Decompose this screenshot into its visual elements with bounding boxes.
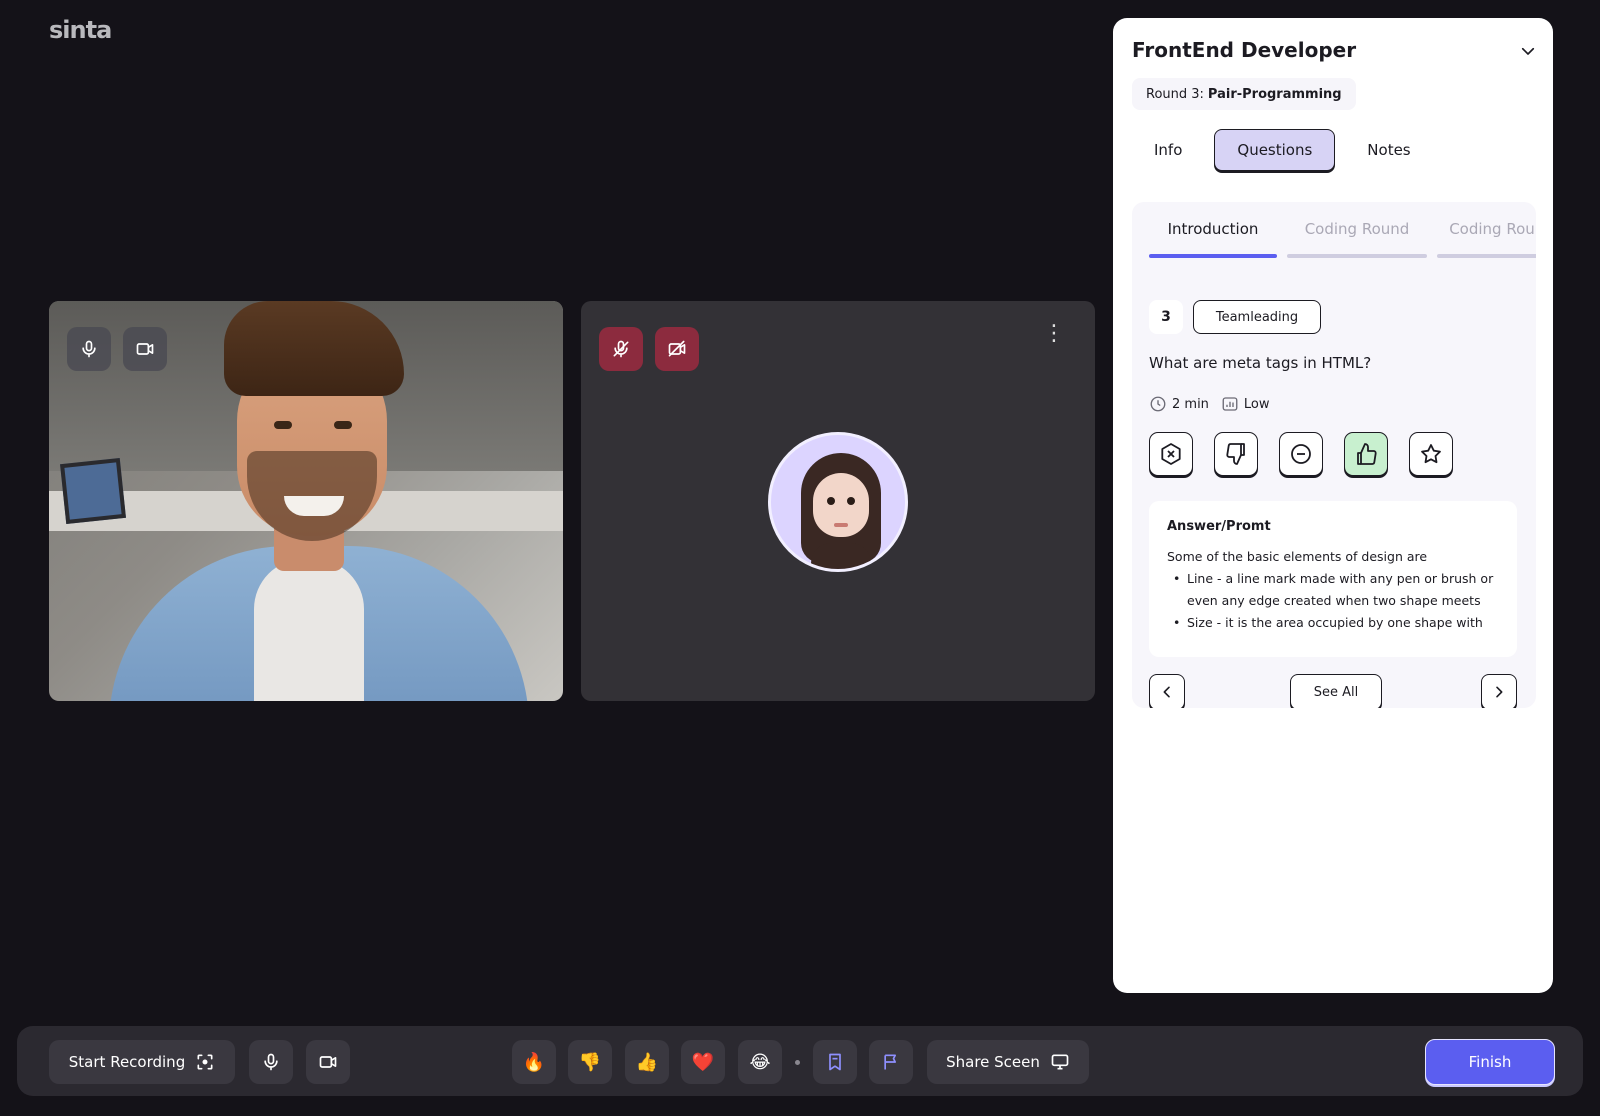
camera-toggle-button[interactable] bbox=[306, 1040, 350, 1084]
panel-tabs: Info Questions Notes bbox=[1132, 129, 1433, 171]
question-card: Introduction Coding Round Coding Rou 3 T… bbox=[1132, 202, 1536, 708]
video-monitor bbox=[60, 458, 126, 524]
question-section-tabs: Introduction Coding Round Coding Rou bbox=[1149, 212, 1536, 258]
video-camera-icon bbox=[136, 343, 154, 355]
share-screen-label: Share Sceen bbox=[946, 1053, 1040, 1071]
flag-icon bbox=[884, 1054, 896, 1070]
thumbs-down-icon bbox=[1226, 443, 1245, 465]
clock-icon bbox=[1150, 396, 1166, 412]
start-recording-label: Start Recording bbox=[68, 1053, 186, 1071]
question-tag: Teamleading bbox=[1193, 300, 1321, 334]
avatar-eye bbox=[847, 497, 855, 505]
question-navigation: See All bbox=[1149, 674, 1517, 708]
answer-box: Answer/Promt Some of the basic elements … bbox=[1149, 501, 1517, 657]
chevron-left-icon bbox=[1163, 686, 1170, 698]
answer-bullet: Size - it is the area occupied by one sh… bbox=[1167, 612, 1499, 634]
video-camera-off-icon bbox=[668, 340, 686, 357]
avatar-mouth bbox=[834, 523, 848, 527]
separator-dot bbox=[795, 1060, 800, 1065]
tab-info[interactable]: Info bbox=[1132, 129, 1204, 171]
record-focus-icon bbox=[197, 1054, 213, 1070]
subtab-indicator bbox=[1437, 254, 1536, 258]
subtab-coding-round[interactable]: Coding Round bbox=[1287, 212, 1427, 258]
answer-bullet: Line - a line mark made with any pen or … bbox=[1167, 568, 1499, 612]
reaction-laugh-button[interactable]: 😂 bbox=[738, 1040, 782, 1084]
person-tshirt bbox=[254, 559, 364, 701]
person-eye bbox=[274, 421, 292, 429]
monitor-icon bbox=[1051, 1054, 1069, 1070]
bookmark-icon bbox=[829, 1053, 841, 1071]
previous-question-button[interactable] bbox=[1149, 674, 1185, 708]
round-name: Pair-Programming bbox=[1207, 86, 1342, 102]
subtab-label: Coding Round bbox=[1304, 220, 1410, 238]
bookmark-button[interactable] bbox=[813, 1040, 857, 1084]
remote-camera-off-button[interactable] bbox=[655, 327, 699, 371]
interview-panel: FrontEnd Developer Round 3: Pair-Program… bbox=[1113, 18, 1553, 993]
subtab-label: Coding Rou bbox=[1449, 220, 1535, 238]
app-logo: sinta bbox=[49, 16, 112, 44]
reaction-thumbs-down-button[interactable]: 👎 bbox=[568, 1040, 612, 1084]
question-text: What are meta tags in HTML? bbox=[1149, 354, 1372, 372]
answer-heading: Answer/Promt bbox=[1167, 519, 1271, 534]
mic-toggle-button[interactable] bbox=[249, 1040, 293, 1084]
answer-list: Line - a line mark made with any pen or … bbox=[1167, 568, 1499, 634]
question-number: 3 bbox=[1149, 300, 1183, 334]
subtab-indicator bbox=[1287, 254, 1427, 258]
difficulty: Low bbox=[1221, 395, 1270, 413]
tab-notes[interactable]: Notes bbox=[1345, 129, 1432, 171]
reaction-heart-button[interactable]: ❤️ bbox=[681, 1040, 725, 1084]
answer-intro: Some of the basic elements of design are bbox=[1167, 549, 1428, 564]
hexagon-x-icon bbox=[1161, 443, 1181, 465]
self-camera-button[interactable] bbox=[123, 327, 167, 371]
self-video-tile bbox=[49, 301, 563, 701]
tab-questions[interactable]: Questions bbox=[1214, 129, 1336, 171]
more-options-icon[interactable]: ⋮ bbox=[1043, 323, 1065, 345]
rate-neutral-button[interactable] bbox=[1279, 432, 1323, 476]
question-meta: 2 min Low bbox=[1149, 395, 1282, 413]
round-prefix: Round 3: bbox=[1146, 86, 1204, 102]
subtab-coding-round-2[interactable]: Coding Rou bbox=[1437, 212, 1536, 258]
share-screen-button[interactable]: Share Sceen bbox=[927, 1040, 1089, 1084]
reaction-thumbs-up-button[interactable]: 👍 bbox=[625, 1040, 669, 1084]
difficulty-label: Low bbox=[1243, 396, 1270, 412]
next-question-button[interactable] bbox=[1481, 674, 1517, 708]
subtab-indicator bbox=[1149, 254, 1277, 258]
minus-circle-icon bbox=[1291, 444, 1311, 464]
flag-button[interactable] bbox=[869, 1040, 913, 1084]
chevron-right-icon bbox=[1496, 686, 1503, 698]
rate-star-button[interactable] bbox=[1409, 432, 1453, 476]
microphone-icon bbox=[264, 1053, 278, 1071]
person-eye bbox=[334, 421, 352, 429]
chevron-down-icon[interactable] bbox=[1519, 42, 1537, 64]
microphone-off-icon bbox=[613, 340, 629, 358]
subtab-label: Introduction bbox=[1167, 220, 1259, 238]
video-camera-icon bbox=[319, 1056, 337, 1068]
round-chip: Round 3: Pair-Programming bbox=[1132, 78, 1356, 110]
rate-reject-button[interactable] bbox=[1149, 432, 1193, 476]
thumbs-up-icon bbox=[1357, 443, 1377, 465]
remote-video-tile: ⋮ bbox=[581, 301, 1095, 701]
self-mic-button[interactable] bbox=[67, 327, 111, 371]
star-icon bbox=[1421, 444, 1441, 464]
avatar-body bbox=[811, 543, 871, 569]
call-controls-bar: Start Recording 🔥 👎 👍 ❤️ 😂 Share Sceen F… bbox=[17, 1026, 1583, 1096]
panel-title: FrontEnd Developer bbox=[1132, 38, 1357, 62]
subtab-introduction[interactable]: Introduction bbox=[1149, 212, 1277, 258]
rate-like-button[interactable] bbox=[1344, 432, 1388, 476]
finish-button[interactable]: Finish bbox=[1425, 1039, 1555, 1085]
rating-buttons bbox=[1149, 432, 1453, 476]
start-recording-button[interactable]: Start Recording bbox=[49, 1040, 235, 1084]
rate-dislike-button[interactable] bbox=[1214, 432, 1258, 476]
reaction-fire-button[interactable]: 🔥 bbox=[512, 1040, 556, 1084]
avatar-face bbox=[813, 473, 869, 537]
see-all-button[interactable]: See All bbox=[1290, 674, 1382, 708]
avatar-eye bbox=[827, 497, 835, 505]
duration-label: 2 min bbox=[1172, 396, 1209, 412]
candidate-avatar bbox=[768, 432, 908, 572]
microphone-icon bbox=[82, 340, 96, 358]
bar-chart-icon bbox=[1222, 397, 1238, 411]
duration: 2 min bbox=[1149, 395, 1209, 413]
remote-mic-muted-button[interactable] bbox=[599, 327, 643, 371]
